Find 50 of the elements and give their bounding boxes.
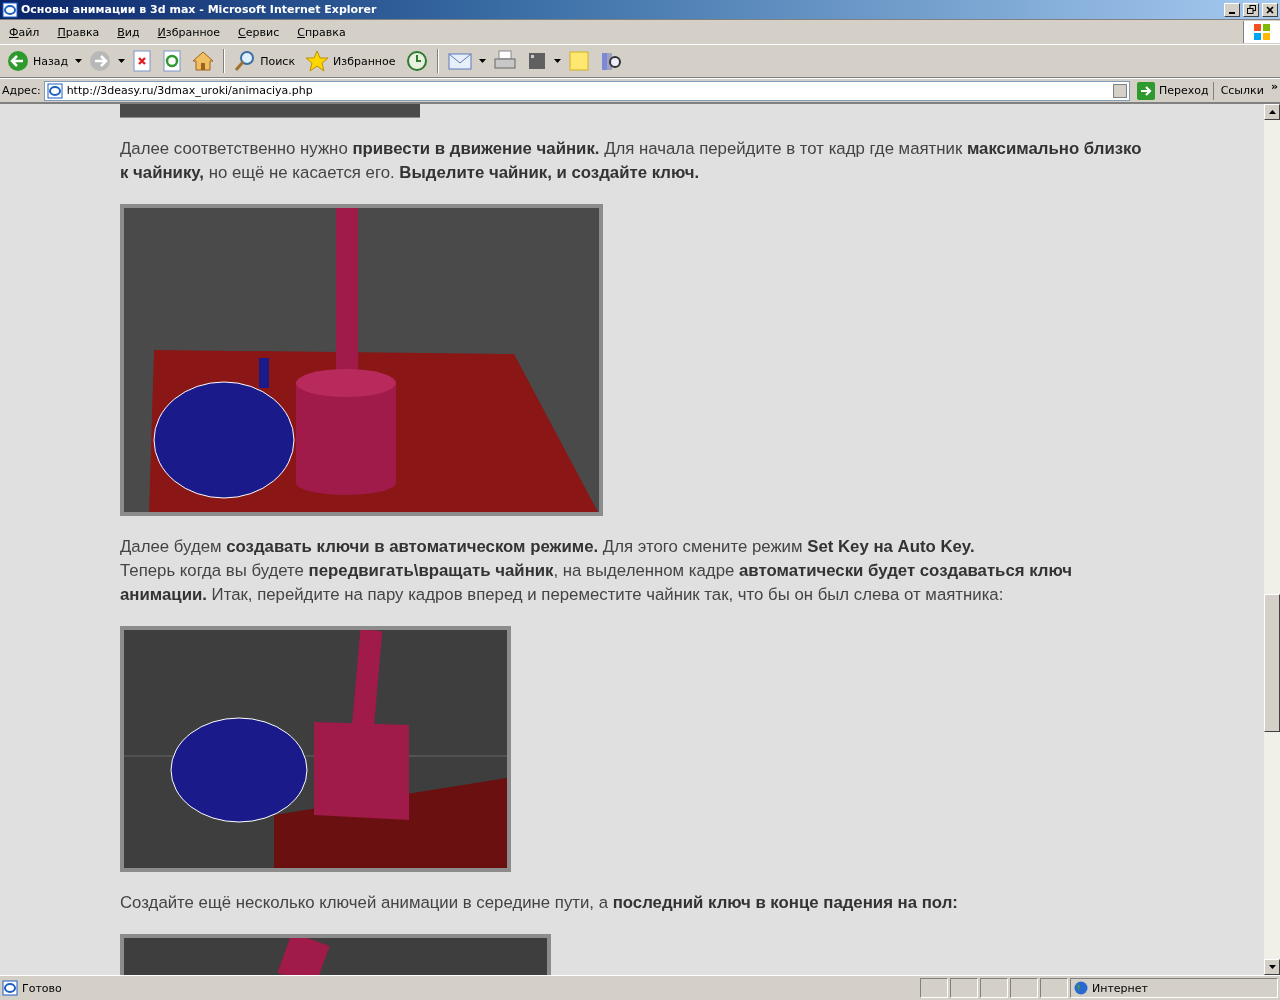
- menu-item[interactable]: Правка: [48, 25, 109, 39]
- status-text: Готово: [22, 981, 62, 995]
- search-button[interactable]: Поиск: [231, 48, 299, 74]
- browser-icon: [2, 1, 18, 18]
- caret-icon[interactable]: [553, 59, 561, 63]
- status-pane: [980, 978, 1008, 998]
- paragraph: Теперь когда вы будете передвигать\вращать чайник, на выделенном кадре автоматически будет создаваться ключ анимации. Итак, перейдите на пару кадров вперед и переместите чайник так, что бы он был слева от маятника:: [120, 560, 1073, 606]
- page-icon: [46, 82, 63, 99]
- globe-icon: [1074, 981, 1088, 995]
- search-icon: [234, 50, 257, 72]
- menu-item[interactable]: Избранное: [148, 25, 230, 39]
- menu-item[interactable]: Вид: [108, 25, 149, 39]
- caret-icon[interactable]: [118, 59, 126, 63]
- address-field[interactable]: http://3deasy.ru/3dmax_uroki/animaciya.php: [43, 80, 1130, 101]
- close-icon: [1266, 5, 1274, 14]
- page-icon: [2, 980, 18, 996]
- menu-item[interactable]: Сервис: [229, 25, 289, 39]
- minimize-button[interactable]: [1224, 2, 1240, 17]
- status-pane: [1040, 978, 1068, 998]
- status-pane: [1010, 978, 1038, 998]
- star-icon: [305, 50, 330, 72]
- scroll-down-button[interactable]: [1264, 959, 1280, 975]
- more-chevron[interactable]: »: [1270, 80, 1278, 93]
- minimize-icon: [1229, 11, 1235, 14]
- back-button[interactable]: Назад: [4, 48, 72, 74]
- scrollbar[interactable]: [1264, 104, 1280, 975]
- restore-button[interactable]: [1243, 2, 1259, 17]
- scroll-up-button[interactable]: [1264, 104, 1280, 120]
- menu-item[interactable]: Файл: [0, 25, 49, 39]
- status-pane: [950, 978, 978, 998]
- paragraph: Далее будем создавать ключи в автоматическом режиме. Для этого смените режим Set Key на Auto Key.: [120, 536, 976, 558]
- caret-icon[interactable]: [75, 59, 83, 63]
- down-arrow-icon: [1268, 965, 1276, 969]
- dropdown-button[interactable]: [1113, 83, 1127, 98]
- zone-label: Интернет: [1092, 981, 1148, 995]
- links-button[interactable]: Ссылки: [1216, 84, 1268, 97]
- caret-icon[interactable]: [478, 59, 486, 63]
- flag-logo-icon: [1252, 23, 1272, 41]
- address-label: Адрес:: [2, 84, 41, 97]
- paragraph: Создайте ещё несколько ключей анимации в середине пути, а последний ключ в конце падения на пол:: [120, 892, 959, 914]
- scroll-thumb[interactable]: [1264, 594, 1280, 732]
- window-title: Основы анимации в 3d max - Microsoft Internet Explorer: [21, 3, 378, 16]
- paragraph: Далее соответственно нужно привести в движение чайник. Для начала перейдите в тот кадр где маятник максимально близко к чайнику, но ещё не касается его. Выделите чайник, и создайте ключ.: [120, 138, 1143, 184]
- restore-icon: [1246, 5, 1256, 14]
- up-arrow-icon: [1268, 110, 1276, 114]
- status-pane: [920, 978, 948, 998]
- menu-item[interactable]: Справка: [288, 25, 355, 39]
- go-button[interactable]: Переход: [1133, 81, 1214, 100]
- favorites-button[interactable]: Избранное: [302, 48, 399, 74]
- close-button[interactable]: [1262, 2, 1278, 17]
